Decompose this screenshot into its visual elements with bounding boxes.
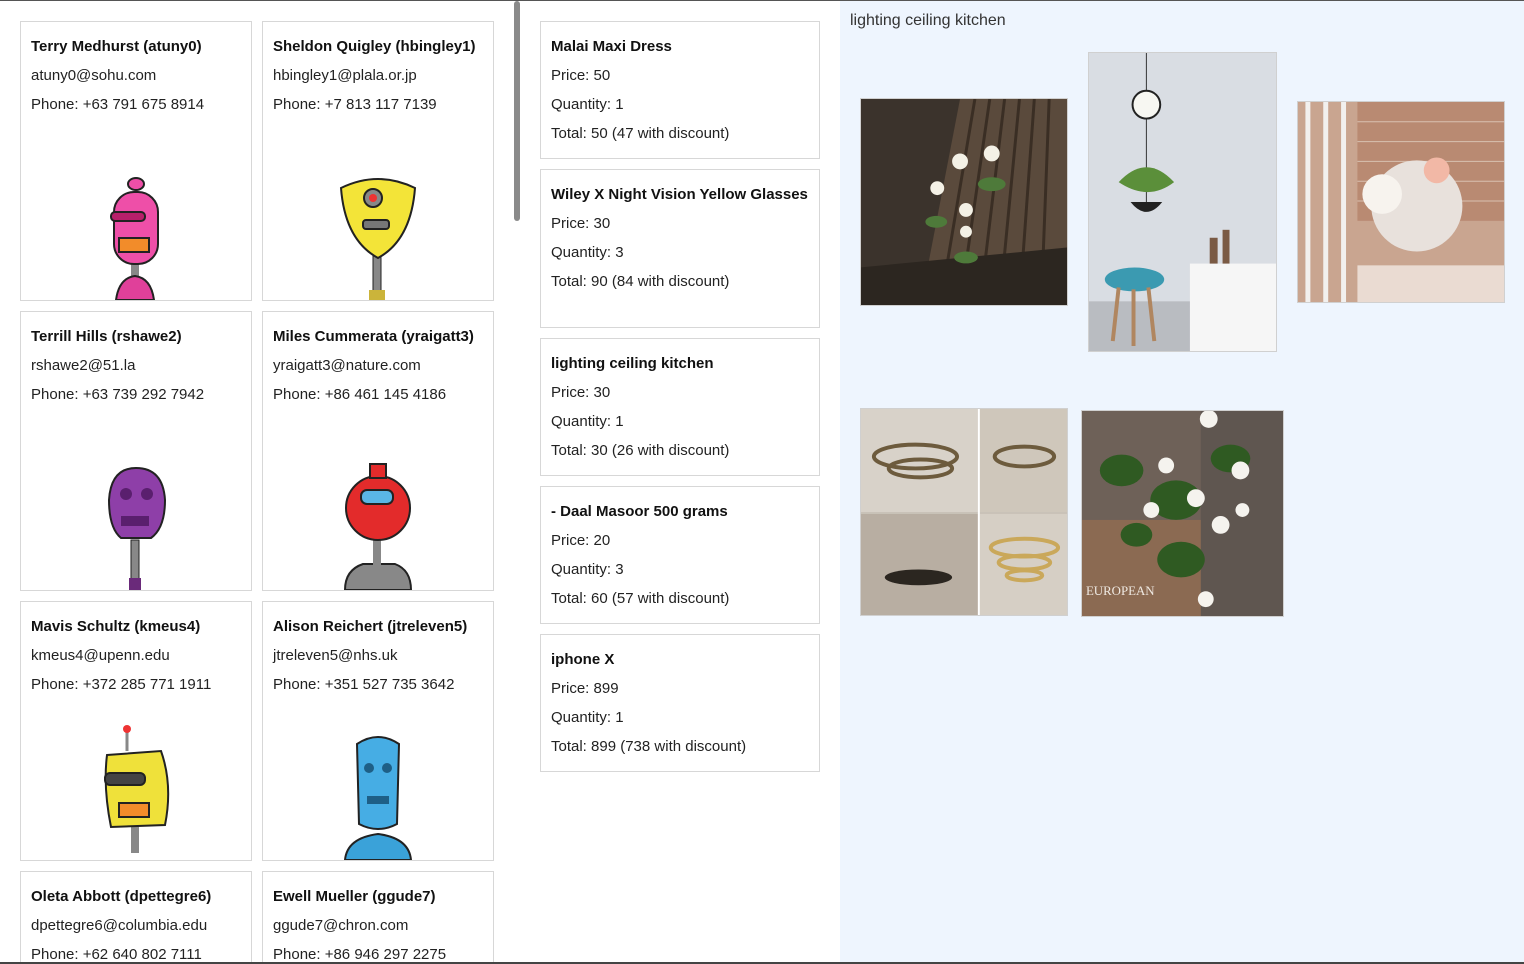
order-card[interactable]: Malai Maxi Dress Price: 50 Quantity: 1 T…: [540, 21, 820, 159]
user-card[interactable]: Mavis Schultz (kmeus4) kmeus4@upenn.edu …: [20, 601, 252, 861]
robot-avatar-image: [343, 463, 413, 590]
robot-avatar-image: [107, 466, 167, 590]
european-watermark-text: EUROPEAN: [1086, 584, 1155, 598]
order-total: Total: 90 (84 with discount): [551, 273, 730, 290]
user-phone: Phone: +63 791 675 8914: [31, 96, 205, 113]
ring-chandelier-collage-image: [861, 409, 1067, 615]
user-card[interactable]: Ewell Mueller (ggude7) ggude7@chron.com …: [262, 871, 494, 962]
user-card[interactable]: Miles Cummerata (yraigatt3) yraigatt3@na…: [262, 311, 494, 591]
robot-avatar-image: [110, 177, 159, 300]
user-name: Terrill Hills (rshawe2): [31, 328, 182, 345]
pendant-lights-dark-wall-image: [861, 99, 1067, 305]
pendant-fern-stool-image: [1089, 53, 1276, 351]
user-email: atuny0@sohu.com: [31, 67, 157, 84]
user-name: Terry Medhurst (atuny0): [31, 38, 202, 55]
user-email: hbingley1@plala.or.jp: [273, 67, 417, 84]
user-email: jtreleven5@nhs.uk: [273, 647, 398, 664]
order-card[interactable]: iphone X Price: 899 Quantity: 1 Total: 8…: [540, 634, 820, 772]
users-panel[interactable]: Terry Medhurst (atuny0) atuny0@sohu.com …: [0, 1, 520, 962]
order-price: Price: 899: [551, 680, 619, 697]
user-name: Mavis Schultz (kmeus4): [31, 618, 201, 635]
order-price: Price: 30: [551, 384, 611, 401]
user-name: Oleta Abbott (dpettegre6): [31, 888, 212, 905]
user-email: rshawe2@51.la: [31, 357, 136, 374]
order-quantity: Quantity: 1: [551, 96, 624, 113]
robot-avatar-image: [343, 736, 413, 860]
order-title: iphone X: [551, 651, 615, 668]
order-price: Price: 20: [551, 532, 611, 549]
product-image[interactable]: [1297, 101, 1505, 303]
users-scrollbar[interactable]: [512, 1, 520, 962]
product-image[interactable]: EUROPEAN: [1081, 410, 1284, 617]
order-quantity: Quantity: 3: [551, 244, 624, 261]
user-name: Sheldon Quigley (hbingley1): [273, 38, 476, 55]
user-phone: Phone: +86 946 297 2275: [273, 946, 447, 962]
product-panel: lighting ceiling kitchen EUROPEAN: [840, 1, 1524, 962]
user-phone: Phone: +63 739 292 7942: [31, 386, 205, 403]
order-total: Total: 50 (47 with discount): [551, 125, 730, 142]
order-total: Total: 899 (738 with discount): [551, 738, 747, 755]
user-name: Miles Cummerata (yraigatt3): [273, 328, 474, 345]
user-email: kmeus4@upenn.edu: [31, 647, 170, 664]
order-quantity: Quantity: 1: [551, 413, 624, 430]
user-name: Alison Reichert (jtreleven5): [273, 618, 468, 635]
order-quantity: Quantity: 3: [551, 561, 624, 578]
hanging-plants-globes-image: EUROPEAN: [1082, 411, 1283, 616]
product-image[interactable]: [1088, 52, 1277, 352]
user-phone: Phone: +62 640 802 7111: [31, 946, 202, 962]
order-card[interactable]: - Daal Masoor 500 grams Price: 20 Quanti…: [540, 486, 820, 624]
pendant-brick-wall-image: [1298, 102, 1504, 302]
robot-avatar-image: [104, 725, 170, 853]
order-total: Total: 30 (26 with discount): [551, 442, 730, 459]
user-phone: Phone: +351 527 735 3642: [273, 676, 455, 693]
user-phone: Phone: +372 285 771 1911: [31, 676, 212, 693]
order-quantity: Quantity: 1: [551, 709, 624, 726]
user-email: yraigatt3@nature.com: [273, 357, 421, 374]
user-email: ggude7@chron.com: [273, 917, 409, 934]
order-price: Price: 30: [551, 215, 611, 232]
order-card[interactable]: Wiley X Night Vision Yellow Glasses Pric…: [540, 169, 820, 328]
product-image[interactable]: [860, 408, 1068, 616]
user-card[interactable]: Oleta Abbott (dpettegre6) dpettegre6@col…: [20, 871, 252, 962]
user-phone: Phone: +86 461 145 4186: [273, 386, 447, 403]
order-total: Total: 60 (57 with discount): [551, 590, 730, 607]
user-card[interactable]: Terry Medhurst (atuny0) atuny0@sohu.com …: [20, 21, 252, 301]
user-card[interactable]: Terrill Hills (rshawe2) rshawe2@51.la Ph…: [20, 311, 252, 591]
order-title: Wiley X Night Vision Yellow Glasses: [551, 186, 808, 203]
product-title: lighting ceiling kitchen: [850, 12, 1006, 29]
user-email: dpettegre6@columbia.edu: [31, 917, 208, 934]
product-image[interactable]: [860, 98, 1068, 306]
user-card[interactable]: Alison Reichert (jtreleven5) jtreleven5@…: [262, 601, 494, 861]
user-card[interactable]: Sheldon Quigley (hbingley1) hbingley1@pl…: [262, 21, 494, 301]
user-name: Ewell Mueller (ggude7): [273, 888, 436, 905]
orders-panel: Malai Maxi Dress Price: 50 Quantity: 1 T…: [520, 1, 840, 962]
robot-avatar-image: [339, 178, 417, 300]
order-title: Malai Maxi Dress: [551, 38, 672, 55]
order-card[interactable]: lighting ceiling kitchen Price: 30 Quant…: [540, 338, 820, 476]
user-phone: Phone: +7 813 117 7139: [273, 96, 437, 113]
order-title: - Daal Masoor 500 grams: [551, 503, 728, 520]
order-price: Price: 50: [551, 67, 611, 84]
order-title: lighting ceiling kitchen: [551, 355, 714, 372]
